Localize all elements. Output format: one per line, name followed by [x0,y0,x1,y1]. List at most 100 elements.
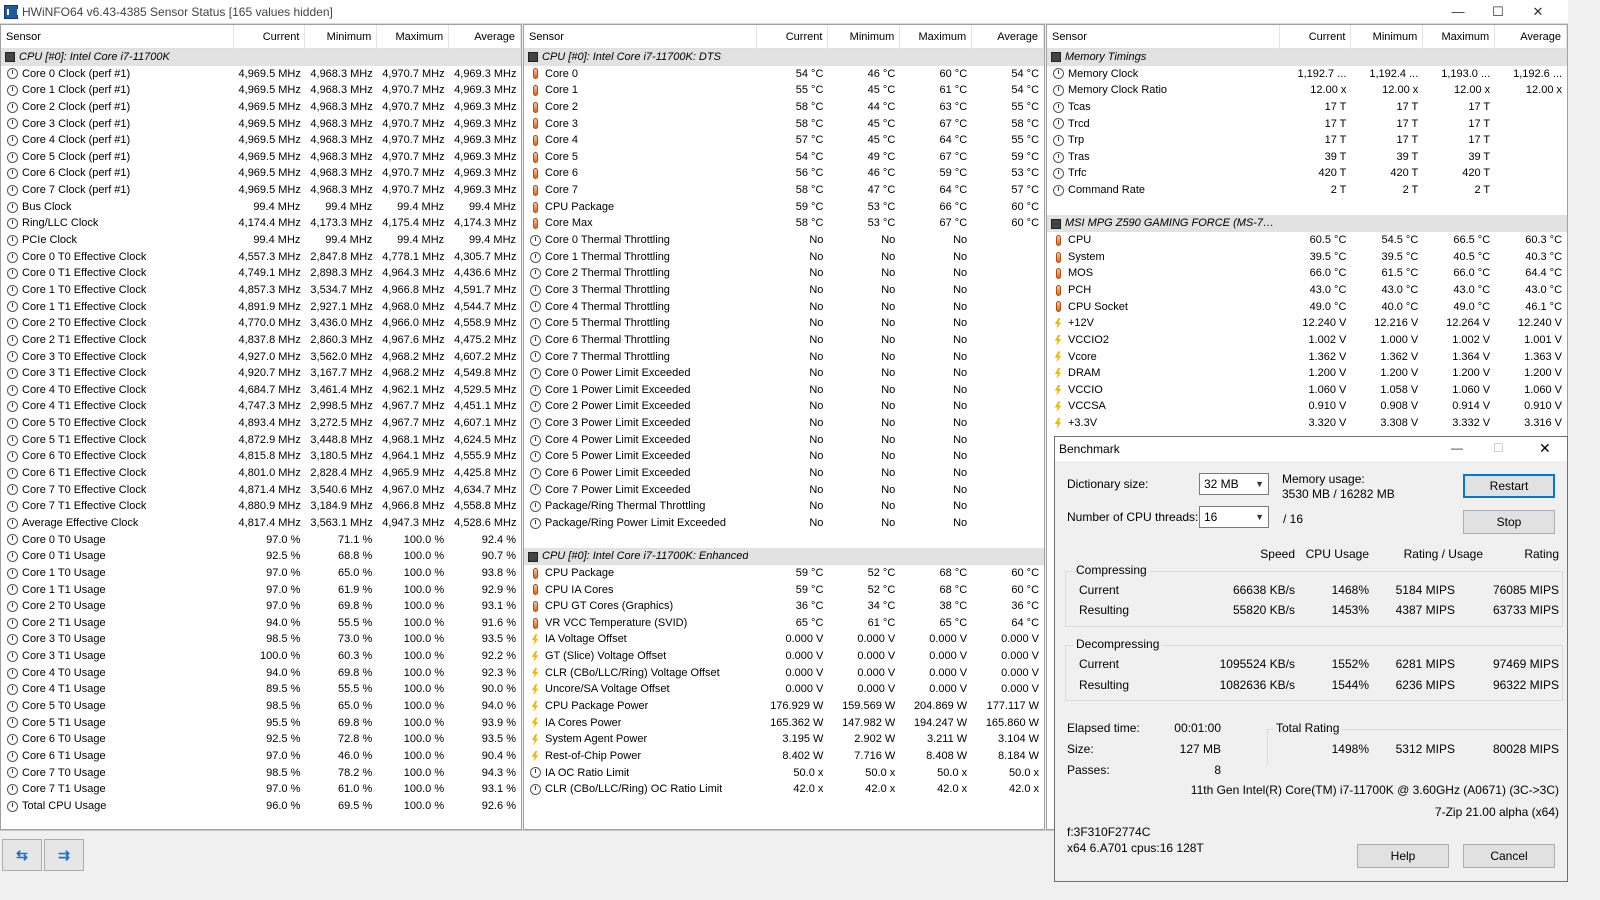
column-header-sensor[interactable]: Sensor [524,25,757,49]
sensor-row[interactable]: CPU Package Power 176.929 W 159.569 W 204.8… [524,698,1044,715]
sensor-row[interactable]: Core 0 T0 Effective Clock 4,557.3 MHz 2,84… [1,249,521,266]
sensor-row[interactable]: Core 5 54 °C 49 °C 67 °C 59 °C [524,149,1044,166]
sensor-row[interactable]: Core 1 T1 Effective Clock 4,891.9 MHz 2,92… [1,299,521,316]
sensor-row[interactable]: Trp 17 T 17 T 17 T [1047,132,1567,149]
sensor-row[interactable]: CPU IA Cores 59 °C 52 °C 68 °C 60 °C [524,582,1044,599]
sensor-row[interactable]: Core 0 T1 Effective Clock 4,749.1 MHz 2,89… [1,265,521,282]
sensor-row[interactable]: PCIe Clock 99.4 MHz 99.4 MHz 99.4 MHz 99.4 M… [1,232,521,249]
sensor-row[interactable]: Core 4 57 °C 45 °C 64 °C 55 °C [524,132,1044,149]
sensor-row[interactable]: Core 4 Clock (perf #1) 4,969.5 MHz 4,968.3… [1,132,521,149]
sensor-row[interactable]: Core 3 T0 Usage 98.5 % 73.0 % 100.0 % 93.5 % [1,631,521,648]
stop-button[interactable]: Stop [1463,510,1555,534]
sensor-row[interactable]: +12V 12.240 V 12.216 V 12.264 V 12.240 V [1047,315,1567,332]
sensor-row[interactable]: Core 1 Power Limit Exceeded No No No [524,382,1044,399]
sensor-row[interactable]: Core 6 T1 Effective Clock 4,801.0 MHz 2,82… [1,465,521,482]
sensor-row[interactable]: Trcd 17 T 17 T 17 T [1047,116,1567,133]
sensor-row[interactable]: Core 7 Clock (perf #1) 4,969.5 MHz 4,968.3… [1,182,521,199]
sensor-row[interactable]: System 39.5 °C 39.5 °C 40.5 °C 40.3 °C [1047,249,1567,266]
sensor-row[interactable]: +3.3V 3.320 V 3.308 V 3.332 V 3.316 V [1047,415,1567,432]
benchmark-close-button[interactable]: ✕ [1539,440,1551,457]
column-header-maximum[interactable]: Maximum [900,25,973,49]
sensor-row[interactable]: Average Effective Clock 4,817.4 MHz 3,563.… [1,515,521,532]
sensor-row[interactable]: Core 4 T0 Effective Clock 4,684.7 MHz 3,46… [1,382,521,399]
sensor-group-header[interactable]: CPU [#0]: Intel Core i7-11700K: Enhanced [524,548,1044,565]
column-header-sensor[interactable]: Sensor [1047,25,1280,49]
column-header-minimum[interactable]: Minimum [305,25,378,49]
restart-button[interactable]: Restart [1463,474,1555,498]
sensor-row[interactable]: Core 3 T0 Effective Clock 4,927.0 MHz 3,56… [1,349,521,366]
sensor-row[interactable]: Core 1 Clock (perf #1) 4,969.5 MHz 4,968.3… [1,82,521,99]
sensor-row[interactable]: Core 2 58 °C 44 °C 63 °C 55 °C [524,99,1044,116]
sensor-row[interactable]: Core 6 Clock (perf #1) 4,969.5 MHz 4,968.3… [1,165,521,182]
sensor-row[interactable]: Package/Ring Power Limit Exceeded No No No [524,515,1044,532]
sensor-row[interactable]: Core 1 Thermal Throttling No No No [524,249,1044,266]
sensor-row[interactable]: Core 7 T1 Usage 97.0 % 61.0 % 100.0 % 93.1 % [1,781,521,798]
sensor-row[interactable]: DRAM 1.200 V 1.200 V 1.200 V 1.200 V [1047,365,1567,382]
sensor-row[interactable]: Total CPU Usage 96.0 % 69.5 % 100.0 % 92.6 % [1,798,521,815]
sensor-row[interactable]: Core 3 58 °C 45 °C 67 °C 58 °C [524,116,1044,133]
column-header-minimum[interactable]: Minimum [828,25,901,49]
sensor-row[interactable]: Core 6 Power Limit Exceeded No No No [524,465,1044,482]
sensor-row[interactable]: Core 5 T0 Usage 98.5 % 65.0 % 100.0 % 94.0 % [1,698,521,715]
sensor-row[interactable]: VCCSA 0.910 V 0.908 V 0.914 V 0.910 V [1047,398,1567,415]
sensor-row[interactable]: Core 0 Thermal Throttling No No No [524,232,1044,249]
sensor-row[interactable]: Core 0 T1 Usage 92.5 % 68.8 % 100.0 % 90.7 % [1,548,521,565]
column-header-current[interactable]: Current [1280,25,1352,49]
sensor-row[interactable]: Core 7 58 °C 47 °C 64 °C 57 °C [524,182,1044,199]
sensor-panel-1[interactable]: Sensor Current Minimum Maximum Average CPU [#… [0,24,522,830]
minimize-button[interactable]: — [1438,2,1478,22]
sensor-row[interactable]: Core 2 Clock (perf #1) 4,969.5 MHz 4,968.3… [1,99,521,116]
sensor-row[interactable]: Vcore 1.362 V 1.362 V 1.364 V 1.363 V [1047,349,1567,366]
sensor-row[interactable]: Package/Ring Thermal Throttling No No No [524,498,1044,515]
column-header-maximum[interactable]: Maximum [377,25,450,49]
sensor-row[interactable]: Core 7 T0 Effective Clock 4,871.4 MHz 3,54… [1,482,521,499]
sensor-row[interactable]: Tcas 17 T 17 T 17 T [1047,99,1567,116]
column-header-maximum[interactable]: Maximum [1423,25,1496,49]
sensor-row[interactable]: Core 6 Thermal Throttling No No No [524,332,1044,349]
sensor-row[interactable]: CPU Package 59 °C 53 °C 66 °C 60 °C [524,199,1044,216]
sensor-row[interactable]: Core 2 T1 Effective Clock 4,837.8 MHz 2,86… [1,332,521,349]
sensor-panel-2[interactable]: Sensor Current Minimum Maximum Average CPU [#… [523,24,1045,830]
column-header-current[interactable]: Current [234,25,306,49]
sensor-row[interactable]: CLR (CBo/LLC/Ring) OC Ratio Limit 42.0 x 4… [524,781,1044,798]
dictionary-size-select[interactable]: 32 MB ▼ [1199,473,1269,495]
navigate-forward-icon[interactable]: ⇉ [44,839,84,871]
sensor-row[interactable]: Core 5 T1 Effective Clock 4,872.9 MHz 3,44… [1,432,521,449]
sensor-row[interactable]: CPU GT Cores (Graphics) 36 °C 34 °C 38 °C 36… [524,598,1044,615]
sensor-row[interactable]: Core 0 54 °C 46 °C 60 °C 54 °C [524,66,1044,83]
sensor-row[interactable]: Core 7 Power Limit Exceeded No No No [524,482,1044,499]
sensor-row[interactable]: Core 2 T0 Usage 97.0 % 69.8 % 100.0 % 93.1 % [1,598,521,615]
sensor-row[interactable]: Memory Clock Ratio 12.00 x 12.00 x 12.00 x 1… [1047,82,1567,99]
sensor-row[interactable]: Core 4 T1 Usage 89.5 % 55.5 % 100.0 % 90.0 % [1,681,521,698]
sensor-row[interactable]: CPU Package 59 °C 52 °C 68 °C 60 °C [524,565,1044,582]
navigate-back-icon[interactable]: ⇆ [2,839,42,871]
sensor-group-header[interactable]: CPU [#0]: Intel Core i7-11700K: DTS [524,49,1044,66]
sensor-row[interactable]: CPU Socket 49.0 °C 40.0 °C 49.0 °C 46.1 °C [1047,299,1567,316]
sensor-row[interactable]: Uncore/SA Voltage Offset 0.000 V 0.000 V 0.… [524,681,1044,698]
sensor-row[interactable]: IA OC Ratio Limit 50.0 x 50.0 x 50.0 x 50.0 … [524,765,1044,782]
sensor-row[interactable]: Core 5 T0 Effective Clock 4,893.4 MHz 3,27… [1,415,521,432]
column-header-average[interactable]: Average [972,25,1044,49]
sensor-row[interactable]: GT (Slice) Voltage Offset 0.000 V 0.000 V 0… [524,648,1044,665]
benchmark-minimize-button[interactable]: — [1451,441,1463,455]
sensor-row[interactable]: Core 6 56 °C 46 °C 59 °C 53 °C [524,165,1044,182]
sensor-row[interactable]: Core 1 T0 Effective Clock 4,857.3 MHz 3,53… [1,282,521,299]
help-button[interactable]: Help [1357,844,1449,868]
sensor-row[interactable]: Core 1 T0 Usage 97.0 % 65.0 % 100.0 % 93.8 % [1,565,521,582]
sensor-row[interactable]: Core 4 T1 Effective Clock 4,747.3 MHz 2,99… [1,398,521,415]
sensor-row[interactable]: System Agent Power 3.195 W 2.902 W 3.211 W 3… [524,731,1044,748]
sensor-row[interactable]: Trfc 420 T 420 T 420 T [1047,165,1567,182]
sensor-row[interactable]: Core 3 Power Limit Exceeded No No No [524,415,1044,432]
sensor-row[interactable]: Core 5 Thermal Throttling No No No [524,315,1044,332]
sensor-row[interactable]: Tras 39 T 39 T 39 T [1047,149,1567,166]
sensor-row[interactable]: Core 2 T0 Effective Clock 4,770.0 MHz 3,43… [1,315,521,332]
column-header-average[interactable]: Average [449,25,521,49]
sensor-row[interactable]: Core 6 T1 Usage 97.0 % 46.0 % 100.0 % 90.4 % [1,748,521,765]
sensor-row[interactable]: Ring/LLC Clock 4,174.4 MHz 4,173.3 MHz 4,17… [1,215,521,232]
sensor-group-header[interactable]: MSI MPG Z590 GAMING FORCE (MS-7D06) (Nuv… [1047,215,1567,233]
close-button[interactable]: ✕ [1518,2,1558,22]
sensor-row[interactable]: Core 1 T1 Usage 97.0 % 61.9 % 100.0 % 92.9 % [1,582,521,599]
sensor-row[interactable]: IA Voltage Offset 0.000 V 0.000 V 0.000 V 0.… [524,631,1044,648]
sensor-row[interactable]: Rest-of-Chip Power 8.402 W 7.716 W 8.408 W 8… [524,748,1044,765]
sensor-row[interactable]: Core 3 T1 Usage 100.0 % 60.3 % 100.0 % 92.2 … [1,648,521,665]
